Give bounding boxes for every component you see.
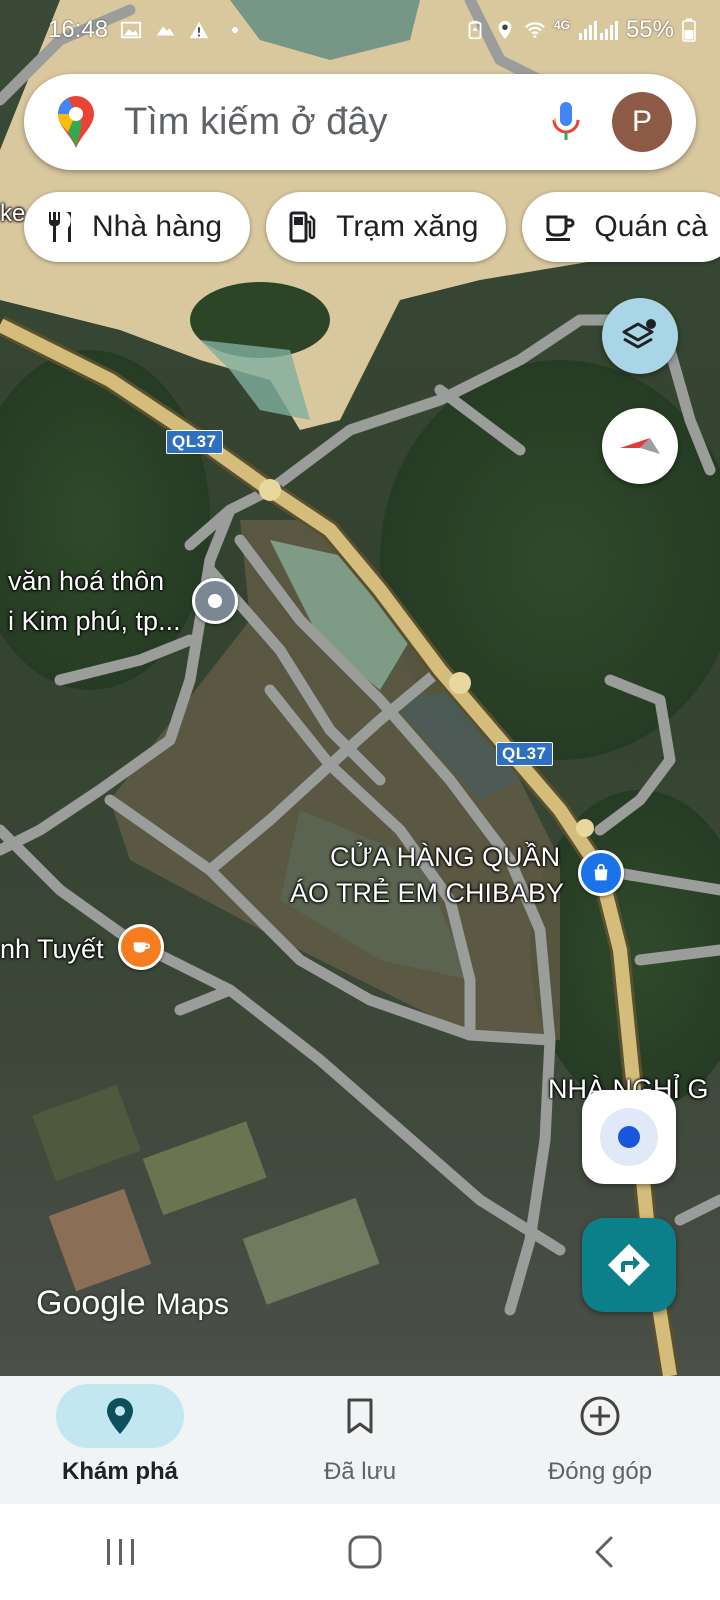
battery-icon (682, 18, 696, 42)
place-pin-cultural-house[interactable] (192, 578, 238, 624)
layers-button[interactable] (602, 298, 678, 374)
chip-gas-stations[interactable]: Trạm xăng (266, 192, 507, 262)
place-pin-cafe[interactable] (118, 924, 164, 970)
my-location-icon (600, 1108, 658, 1166)
search-bar[interactable]: Tìm kiếm ở đây P (24, 74, 696, 170)
route-shield-ql37-bottom: QL37 (496, 742, 553, 766)
map-label-cultural-house-line1[interactable]: văn hoá thôn (8, 566, 164, 597)
nav-saved-label: Đã lưu (323, 1458, 397, 1485)
bookmark-icon (347, 1398, 373, 1434)
directions-icon (608, 1244, 650, 1286)
map-label-cafe[interactable]: nh Tuyết (0, 934, 104, 965)
dot-icon (232, 27, 239, 33)
restaurant-icon (49, 212, 71, 242)
wifi-icon (524, 22, 545, 38)
nav-saved[interactable]: Đã lưu (240, 1376, 480, 1504)
back-icon[interactable] (592, 1535, 616, 1569)
cloud-icon (156, 26, 175, 36)
bottom-navigation: Khám phá Đã lưu Đóng góp (0, 1376, 720, 1504)
route-shield-ql37-top: QL37 (166, 430, 223, 454)
my-location-button[interactable] (582, 1090, 676, 1184)
recent-apps-icon[interactable] (104, 1537, 138, 1567)
google-maps-attribution: Google Maps (36, 1284, 229, 1323)
google-maps-logo-icon (58, 96, 94, 148)
microphone-icon[interactable] (550, 98, 582, 146)
gas-station-icon (289, 211, 316, 243)
compass-icon (620, 438, 660, 454)
nav-explore-pill[interactable] (56, 1384, 184, 1448)
avatar[interactable]: P (612, 92, 672, 152)
place-pin-clothing-store[interactable] (578, 850, 624, 896)
gallery-icon (120, 21, 142, 39)
layers-icon (622, 319, 656, 349)
map-label-clothing-store-line2[interactable]: ÁO TRẺ EM CHIBABY (290, 878, 564, 909)
nav-contribute-pill[interactable] (536, 1384, 664, 1448)
system-navigation-bar (0, 1504, 720, 1600)
location-dot (618, 1126, 640, 1148)
chip-label: Trạm xăng (336, 210, 479, 243)
shopping-bag-icon (594, 863, 608, 881)
signal-icon (578, 21, 618, 40)
nav-saved-pill[interactable] (296, 1384, 424, 1448)
warning-icon (189, 21, 209, 39)
search-input[interactable]: Tìm kiếm ở đây (124, 101, 550, 144)
chip-label: Nhà hàng (92, 210, 223, 243)
map-label-cultural-house-line2[interactable]: i Kim phú, tp... (8, 606, 181, 637)
compass-button[interactable] (602, 408, 678, 484)
nav-explore-label: Khám phá (61, 1458, 178, 1485)
nav-contribute-label: Đóng góp (547, 1458, 653, 1485)
explore-pin-icon (107, 1398, 133, 1434)
chip-restaurants[interactable]: Nhà hàng (24, 192, 251, 262)
attribution-maps: Maps (155, 1288, 229, 1321)
home-icon[interactable] (347, 1534, 383, 1570)
nav-explore[interactable]: Khám phá (0, 1376, 240, 1504)
pin-dot-icon (208, 594, 222, 608)
status-bar: 16:48 4G 55% (0, 0, 720, 60)
coffee-cup-icon (133, 942, 151, 953)
map-label-clothing-store-line1[interactable]: CỬA HÀNG QUẦN (330, 842, 560, 873)
nav-contribute[interactable]: Đóng góp (480, 1376, 720, 1504)
location-icon (498, 20, 512, 40)
chip-label: Quán cà (594, 210, 708, 243)
coffee-icon (546, 215, 575, 241)
battery-saver-icon (468, 20, 482, 40)
attribution-google: Google (36, 1284, 146, 1322)
status-time: 16:48 (48, 16, 109, 43)
network-type: 4G (553, 18, 570, 32)
directions-button[interactable] (582, 1218, 676, 1312)
category-chips: Nhà hàng Trạm xăng Quán cà (24, 192, 720, 262)
chip-coffee[interactable]: Quán cà (522, 192, 720, 262)
battery-percent: 55% (625, 16, 674, 43)
map-label-partial[interactable]: ke (0, 200, 25, 228)
add-circle-icon (580, 1396, 620, 1436)
